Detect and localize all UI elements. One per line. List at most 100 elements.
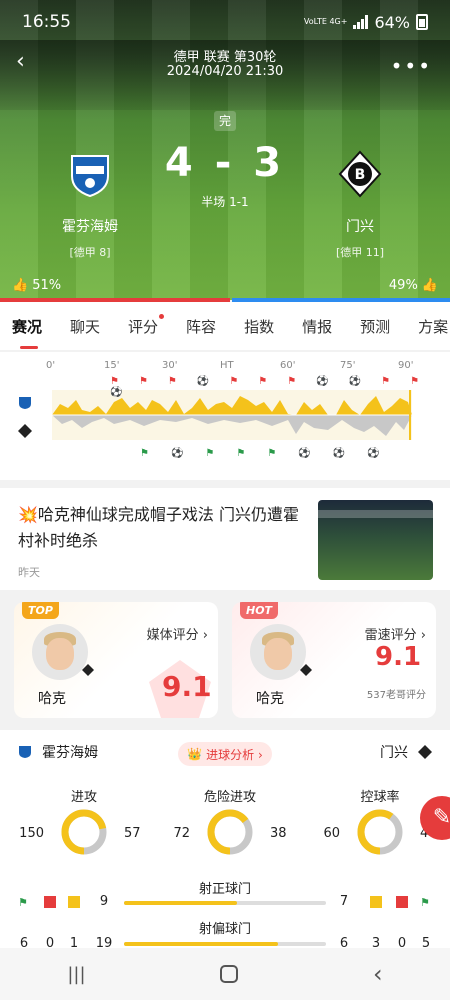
recent-apps-icon[interactable]: ||| [67,964,85,985]
club-mini-icon [300,664,312,676]
shots-off-bar-fill [124,942,278,946]
tab-2[interactable]: 评分 [128,313,165,337]
match-header: 16:55 VoLTE 4G+ 64% ‹ 德甲 联赛 第30轮 2024/04… [0,0,450,302]
goal-analysis-button[interactable]: 👑 进球分析 › [178,742,272,766]
timeline-tick: 60' [280,360,296,371]
player-avatar [250,624,306,680]
home-team-mini-icon [19,397,31,409]
home-icon[interactable] [220,965,239,983]
tab-5[interactable]: 情报 [302,316,332,337]
stats-home-name: 霍芬海姆 [42,745,98,761]
timeline-tick: 90' [398,360,414,371]
home-vote[interactable]: 👍 51% [12,278,61,293]
timeline-tick: 30' [162,360,178,371]
battery-percent: 64% [374,12,410,32]
status-bar: 16:55 VoLTE 4G+ 64% [0,0,450,44]
thumbs-up-icon: 👍 [421,278,438,293]
hot-tag: HOT [240,602,279,619]
stat-label: 危险进攻 [203,790,256,805]
stat-away-value: 38 [270,826,287,841]
leisu-rating-card[interactable]: HOT 雷速评分 › 哈克 9.1 537老哥评分 [232,602,436,718]
thumbnail-ad-board [318,510,433,518]
timeline-tick: 75' [340,360,356,371]
yellow-card-icon [370,896,382,908]
timeline-tick: 15' [104,360,120,371]
shots-on-bar-fill [124,901,238,905]
rating-cards: TOP 媒体评分 › 哈克 9.1 HOT 雷速评分 › 哈克 9.1 537老… [0,594,450,726]
match-timeline: 0' 15' 30' HT 60' 75' 90' ⚑⚑⚑⚽⚑⚑⚑⚽⚽⚑⚑⚽ ⚑⚽⚑⚑⚑⚽⚽… [0,352,450,480]
away-score: 3 [253,140,286,186]
clock: 16:55 [22,12,71,32]
away-team-name: 门兴 [346,219,374,235]
home-team-mini-icon [19,746,31,758]
player-name: 哈克 [38,691,66,707]
red-card-icon [396,896,408,908]
stats-home-team: 霍芬海姆 [18,742,98,762]
notification-dot [159,313,165,319]
shots-on-away: 7 [339,894,349,909]
stat-label: 进攻 [70,790,97,805]
donut-ring [357,809,403,855]
tab-6[interactable]: 预测 [360,316,390,337]
stats-away-team: 门兴 [380,742,432,762]
away-vote-percent: 49% [388,278,418,293]
stats-away-name: 门兴 [380,745,408,761]
tab-bar: 赛况 聊天 评分 阵容 指数 情报 预测 方案 [0,302,450,350]
media-rating-label[interactable]: 媒体评分 › [147,624,208,643]
donut-ring [207,809,253,855]
media-rating-score: 9.1 [162,670,212,703]
media-rating-card[interactable]: TOP 媒体评分 › 哈克 9.1 [14,602,218,718]
away-vote[interactable]: 49% 👍 [389,278,438,293]
shots-on-title: 射正球门 [198,882,251,897]
news-thumbnail[interactable] [318,500,433,580]
away-team-rank: [德甲 11] [335,246,385,259]
svg-text:B: B [355,167,366,183]
network-indicator: VoLTE 4G+ [303,17,348,26]
away-team-mini-icon [418,745,432,759]
news-title: 💥哈克神仙球完成帽子戏法 门兴仍遭霍村补时绝杀 [18,502,308,554]
corner-flag-icon: ⚑ [420,896,430,909]
match-stats: 霍芬海姆 👑 进球分析 › 门兴 进攻15057危险进攻7238控球率6040 … [0,730,450,951]
corner-flag-icon: ⚑ [18,896,28,909]
match-status-badge: 完 [214,111,236,131]
explosion-icon: 💥 [18,505,38,524]
timeline-tick: 0' [46,360,56,371]
battery-icon [416,14,428,30]
stat-away-value: 57 [124,826,141,841]
shots-off-title: 射偏球门 [198,922,251,937]
back-icon[interactable]: ‹ [373,960,383,988]
tab-3[interactable]: 阵容 [186,316,216,337]
leisu-rating-score: 9.1 [375,642,422,672]
home-team-rank: [德甲 8] [69,246,111,259]
gladbach-badge-icon: B [338,150,382,198]
red-card-icon [44,896,56,908]
news-time: 昨天 [18,566,40,579]
more-options-icon[interactable]: ••• [391,54,432,78]
news-card[interactable]: 💥哈克神仙球完成帽子戏法 门兴仍遭霍村补时绝杀 昨天 [0,488,450,590]
tab-4[interactable]: 指数 [244,316,274,337]
shots-on-home: 9 [99,894,109,909]
home-score: 4 [164,140,197,186]
away-team-mini-icon [18,424,32,438]
tab-1[interactable]: 聊天 [70,316,100,337]
signal-icon [353,15,369,29]
match-datetime: 2024/04/20 21:30 [166,64,284,79]
system-nav-bar: ||| ‹ [0,948,450,1000]
top-tag: TOP [22,602,59,619]
thumbs-up-icon: 👍 [12,278,29,293]
donut-ring [61,809,107,855]
leisu-rating-count: 537老哥评分 [366,690,426,701]
player-name: 哈克 [256,691,284,707]
home-events-row: ⚑⚑⚑⚽⚑⚑⚑⚽⚽⚑⚑⚽ [110,376,440,398]
goal-analysis-label: 进球分析 › [206,747,263,762]
away-events-row: ⚑⚽⚑⚑⚑⚽⚽⚽ [140,448,402,459]
away-team[interactable]: B 门兴 [德甲 11] [300,150,420,260]
news-title-text: 哈克神仙球完成帽子戏法 门兴仍遭霍村补时绝杀 [18,505,300,550]
crown-icon: 👑 [187,747,203,761]
tab-7[interactable]: 方案 [418,316,448,337]
stat-home-value: 72 [173,826,190,841]
tab-0[interactable]: 赛况 [12,316,42,349]
app-screen: 16:55 VoLTE 4G+ 64% ‹ 德甲 联赛 第30轮 2024/04… [0,0,450,1000]
leisu-rating-label[interactable]: 雷速评分 › [365,624,426,643]
stat-donut: 危险进攻 72 38 [160,786,300,866]
